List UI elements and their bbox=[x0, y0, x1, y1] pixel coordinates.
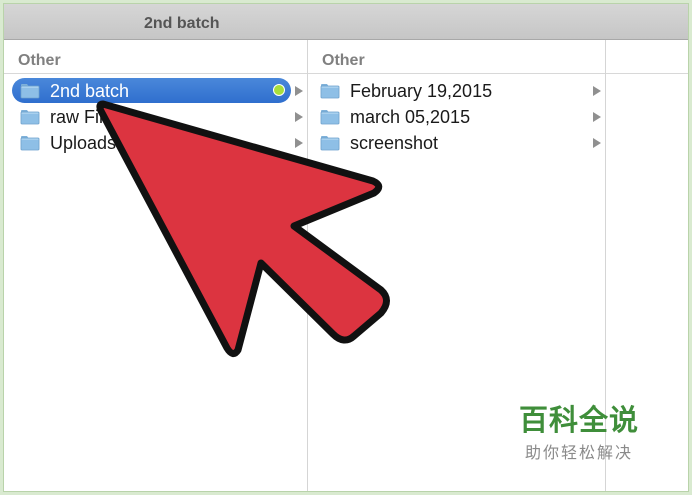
folder-icon bbox=[320, 83, 340, 99]
folder-item-february-19-2015[interactable]: February 19,2015 bbox=[308, 78, 605, 104]
disclosure-triangle-icon[interactable] bbox=[593, 112, 601, 122]
folder-label: march 05,2015 bbox=[350, 107, 471, 127]
folder-item-raw-files[interactable]: raw Files bbox=[4, 104, 307, 130]
watermark-subtitle: 助你轻松解决 bbox=[524, 443, 633, 462]
folder-item-march-05-2015[interactable]: march 05,2015 bbox=[308, 104, 605, 130]
watermark-title: 百科全说 bbox=[518, 403, 639, 437]
green-tag-icon bbox=[273, 84, 285, 96]
folder-icon bbox=[320, 109, 340, 125]
column-header: Other bbox=[308, 40, 605, 74]
browser-column-1[interactable]: Other 2nd batch raw Files Uploads bbox=[4, 40, 308, 491]
folder-list: February 19,2015 march 05,2015 screensho… bbox=[308, 78, 605, 156]
folder-item-screenshot[interactable]: screenshot bbox=[308, 130, 605, 156]
watermark-logo: 百科全说 助你轻松解决 bbox=[514, 403, 644, 463]
folder-label: 2nd batch bbox=[50, 81, 130, 101]
disclosure-triangle-icon[interactable] bbox=[295, 86, 303, 96]
folder-label: screenshot bbox=[350, 133, 439, 153]
column-header-label: Other bbox=[18, 52, 61, 69]
window-title: 2nd batch bbox=[144, 15, 220, 32]
folder-label: Uploads bbox=[50, 133, 117, 153]
column-header: Other bbox=[4, 40, 307, 74]
folder-icon bbox=[20, 109, 40, 125]
folder-item-2nd-batch[interactable]: 2nd batch bbox=[4, 78, 307, 104]
folder-icon bbox=[320, 135, 340, 151]
folder-item-uploads[interactable]: Uploads bbox=[4, 130, 307, 156]
folder-icon bbox=[20, 83, 40, 99]
folder-list: 2nd batch raw Files Uploads bbox=[4, 78, 307, 156]
folder-label: February 19,2015 bbox=[350, 81, 493, 101]
title-bar[interactable]: 2nd batch bbox=[4, 4, 688, 40]
column-header-label: Other bbox=[322, 52, 365, 69]
disclosure-triangle-icon[interactable] bbox=[295, 138, 303, 148]
folder-label: raw Files bbox=[50, 107, 123, 127]
folder-icon bbox=[20, 135, 40, 151]
disclosure-triangle-icon[interactable] bbox=[593, 86, 601, 96]
disclosure-triangle-icon[interactable] bbox=[295, 112, 303, 122]
column-header bbox=[606, 40, 688, 74]
disclosure-triangle-icon[interactable] bbox=[593, 138, 601, 148]
